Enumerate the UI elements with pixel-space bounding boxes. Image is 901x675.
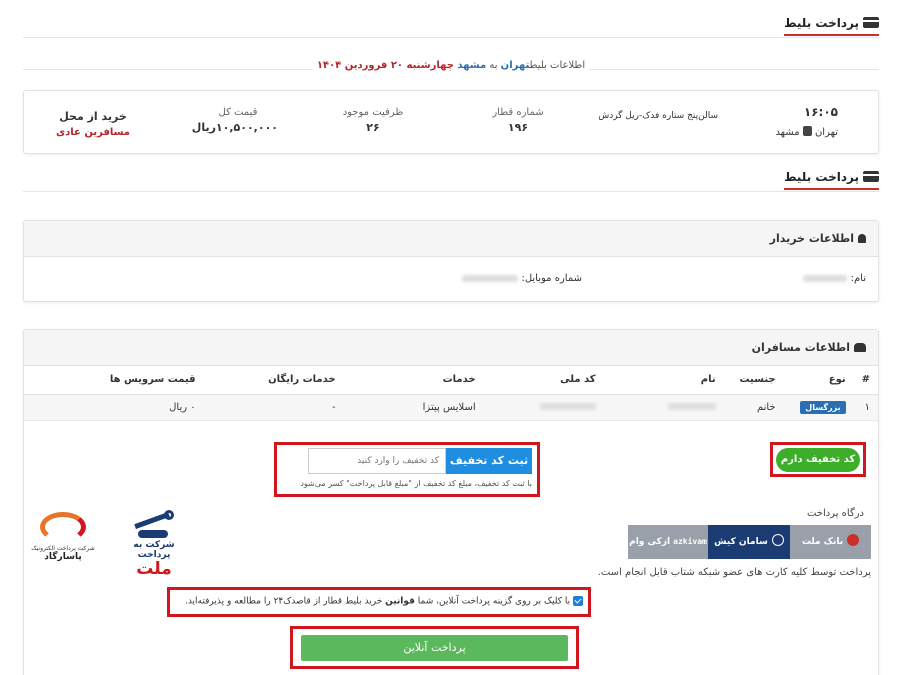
page-title: پرداخت بلیط (784, 16, 859, 30)
departure-time: ۱۶:۰۵ (803, 105, 838, 119)
section-title-payment: پرداخت بلیط (23, 14, 879, 38)
national-code-redacted (539, 403, 596, 410)
saman-bank-icon (771, 534, 784, 546)
gateway-note: پرداخت توسط کلیه کارت های عضو شبکه شتاب … (597, 567, 871, 578)
ticket-summary-card: ۱۶:۰۵ تهران مشهد سالن‌پنج ستاره فدک-ریل … (23, 90, 879, 154)
terms-checkbox[interactable] (573, 596, 583, 606)
passenger-type-badge: بزرگسال (800, 400, 846, 414)
section-title-payment-2: پرداخت بلیط (23, 168, 879, 192)
gateway-option-saman[interactable]: سامان کیش (708, 525, 790, 559)
table-header-row: # نوع جنسیت نام کد ملی خدمات خدمات رایگا… (24, 366, 878, 395)
have-discount-code-button[interactable]: کد تخفیف دارم (776, 448, 860, 472)
route-summary: اطلاعات بلیطتهران به مشهد چهارشنبه ۲۰ فر… (23, 60, 879, 71)
pasargad-payment-logo: شرکت پرداخت الکترونیک پاسارگاد (27, 512, 99, 562)
table-row: ۱ بزرگسال خانم اسلایس پیتزا - ۰ ریال (24, 394, 878, 421)
gateway-option-azki[interactable]: azkivamازکی وام (628, 525, 708, 559)
passenger-name-redacted (667, 403, 716, 410)
total-price: قیمت کل ۱۰,۵۰۰,۰۰۰ریال (191, 107, 278, 134)
passengers-card: اطلاعات مسافران # نوع جنسیت نام کد ملی خ… (23, 329, 879, 675)
online-payment-button[interactable]: پرداخت آنلاین (301, 635, 568, 661)
mellat-payment-logo: شرکت به پرداخت ملت (123, 510, 185, 578)
passengers-header: اطلاعات مسافران (24, 330, 878, 366)
capacity: ظرفیت موجود ۲۶ (342, 107, 404, 134)
credit-card-icon (863, 17, 879, 28)
gateway-option-mellat[interactable]: بانک ملت (790, 525, 871, 559)
train-name: سالن‌پنج ستاره فدک-ریل گردش (598, 111, 718, 121)
discount-note: با ثبت کد تخفیف، مبلغ کد تخفیف از "مبلغ … (300, 479, 532, 488)
buyer-info-header: اطلاعات خریدار (24, 221, 878, 257)
gateway-title: درگاه پرداخت (806, 508, 864, 519)
discount-code-input[interactable] (308, 448, 446, 474)
pasargad-logo-icon (40, 512, 86, 542)
mellat-bank-icon (847, 534, 860, 546)
terms-agreement: با کلیک بر روی گزینه پرداخت آنلاین، شما … (185, 596, 583, 607)
credit-card-icon (863, 171, 879, 182)
buyer-mobile-redacted (462, 274, 519, 282)
train-number: شماره قطار ۱۹۶ (492, 107, 544, 134)
terms-link[interactable]: قوانین (385, 597, 415, 607)
buyer-mobile: شماره موبایل: (462, 273, 582, 284)
passengers-table: # نوع جنسیت نام کد ملی خدمات خدمات رایگا… (24, 366, 878, 421)
users-icon (854, 343, 866, 352)
mellat-logo-icon (132, 510, 176, 538)
buyer-name: نام: (803, 273, 866, 284)
ticket-route: تهران مشهد (775, 126, 838, 138)
train-icon (802, 126, 812, 136)
buyer-info-card: اطلاعات خریدار نام: شماره موبایل: (23, 220, 879, 302)
purchase-source: خرید از محل مسافرین عادی (55, 110, 130, 138)
submit-discount-button[interactable]: ثبت کد تخفیف (446, 448, 532, 474)
buyer-name-redacted (803, 274, 848, 282)
user-icon (858, 234, 866, 243)
